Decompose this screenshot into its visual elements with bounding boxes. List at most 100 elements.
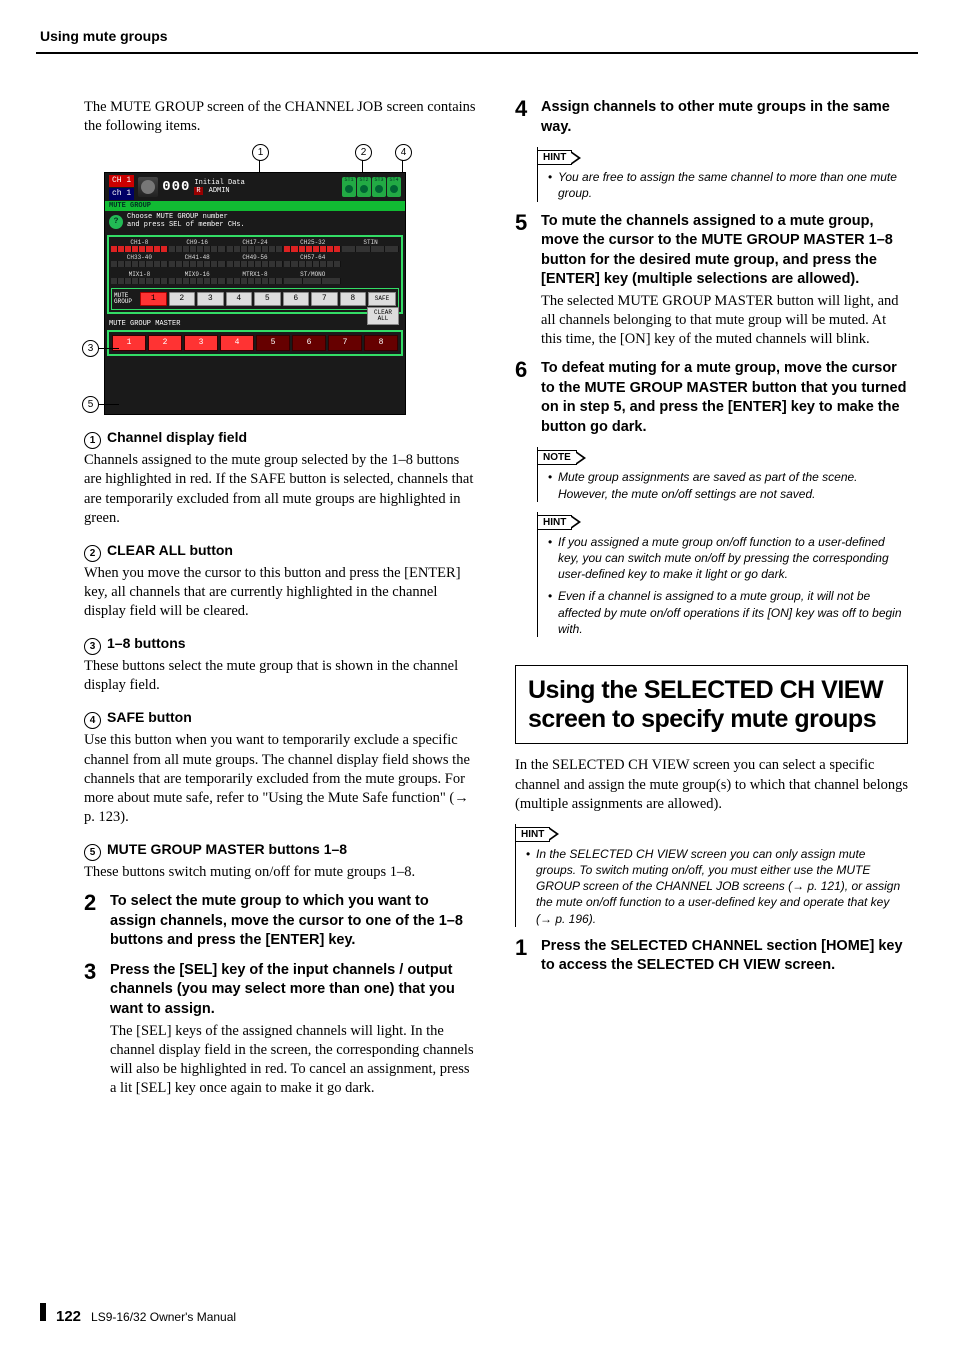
left-column: The MUTE GROUP screen of the CHANNEL JOB… xyxy=(84,98,477,1291)
item-3-body: These buttons select the mute group that… xyxy=(84,657,477,695)
hint-bullet: You are free to assign the same channel … xyxy=(548,169,908,201)
channel-display-panel: CH1-8 CH9-16 CH17-24 CH25-32 STIN CH33-4… xyxy=(107,235,403,314)
mute-group-btn-1[interactable]: 1 xyxy=(140,292,167,306)
mute-group-btn-7[interactable]: 7 xyxy=(311,292,338,306)
note-bullet: Mute group assignments are saved as part… xyxy=(548,469,908,501)
note-tag: NOTE xyxy=(537,450,577,465)
st2-button: ST2 xyxy=(357,177,371,197)
step-bold: To defeat muting for a mute group, move … xyxy=(541,359,908,437)
item-4: 4SAFE button Use this button when you wa… xyxy=(84,709,477,827)
item-2-title: CLEAR ALL button xyxy=(107,542,233,558)
intro-text: The MUTE GROUP screen of the CHANNEL JOB… xyxy=(84,98,477,136)
master-btn-8[interactable]: 8 xyxy=(364,335,398,351)
channel-label-top: CH 1 xyxy=(109,175,134,187)
st1-button: ST1 xyxy=(342,177,356,197)
step-bold: To mute the channels assigned to a mute … xyxy=(541,212,908,290)
clear-all-button[interactable]: CLEAR ALL xyxy=(367,307,399,325)
hint-tag: HINT xyxy=(515,827,550,842)
callout-4: 4 xyxy=(395,144,412,161)
footer: 122 LS9-16/32 Owner's Manual xyxy=(40,1303,236,1325)
callout-3: 3 xyxy=(82,340,99,357)
master-heading: MUTE GROUP MASTER xyxy=(105,320,405,328)
scene-user: ADMIN xyxy=(209,187,230,195)
step-regular: The selected MUTE GROUP MASTER button wi… xyxy=(541,292,908,349)
left-step-2: 2 To select the mute group to which you … xyxy=(84,892,477,951)
step-number: 3 xyxy=(84,961,102,1098)
mute-group-btn-4[interactable]: 4 xyxy=(226,292,253,306)
hint-box-2: HINT If you assigned a mute group on/off… xyxy=(537,512,908,637)
step-bold: Press the [SEL] key of the input channel… xyxy=(110,961,477,1020)
running-header: Using mute groups xyxy=(40,28,168,44)
right-step-5: 5 To mute the channels assigned to a mut… xyxy=(515,212,908,350)
safe-button[interactable]: SAFE xyxy=(368,292,396,306)
callout-2: 2 xyxy=(355,144,372,161)
item-4-body: Use this button when you want to tempora… xyxy=(84,731,477,827)
step-number: 5 xyxy=(515,212,533,350)
item-5-title: MUTE GROUP MASTER buttons 1–8 xyxy=(107,841,347,857)
st3-button: ST3 xyxy=(372,177,386,197)
screen-title-bar: MUTE GROUP xyxy=(105,201,405,211)
item-4-title: SAFE button xyxy=(107,709,192,725)
step-number: 6 xyxy=(515,359,533,437)
right-step-4: 4 Assign channels to other mute groups i… xyxy=(515,98,908,137)
section-intro: In the SELECTED CH VIEW screen you can s… xyxy=(515,756,908,813)
right-step-6: 6 To defeat muting for a mute group, mov… xyxy=(515,359,908,437)
right-step-1: 1 Press the SELECTED CHANNEL section [HO… xyxy=(515,937,908,976)
callout-1: 1 xyxy=(252,144,269,161)
mute-group-btn-3[interactable]: 3 xyxy=(197,292,224,306)
step-number: 1 xyxy=(515,937,533,976)
item-3: 31–8 buttons These buttons select the mu… xyxy=(84,635,477,695)
callout-3-wrapper: 3 xyxy=(82,340,119,357)
step-bold: To select the mute group to which you wa… xyxy=(110,892,477,951)
channel-label-bottom: ch 1 xyxy=(109,188,134,200)
step-bold: Press the SELECTED CHANNEL section [HOME… xyxy=(541,937,908,976)
mute-group-btn-2[interactable]: 2 xyxy=(169,292,196,306)
note-box-1: NOTE Mute group assignments are saved as… xyxy=(537,447,908,501)
item-1: 1Channel display field Channels assigned… xyxy=(84,429,477,528)
step-number: 2 xyxy=(84,892,102,951)
callout-5: 5 xyxy=(82,396,99,413)
hint-bullet: Even if a channel is assigned to a mute … xyxy=(548,588,908,637)
master-btn-6[interactable]: 6 xyxy=(292,335,326,351)
fader-icon xyxy=(138,177,158,197)
manual-title: LS9-16/32 Owner's Manual xyxy=(91,1310,236,1324)
hint-tag: HINT xyxy=(537,150,572,165)
footer-accent xyxy=(40,1303,46,1321)
page-body: The MUTE GROUP screen of the CHANNEL JOB… xyxy=(84,98,908,1291)
master-btn-5[interactable]: 5 xyxy=(256,335,290,351)
section-heading: Using the SELECTED CH VIEW screen to spe… xyxy=(515,665,908,745)
item-1-body: Channels assigned to the mute group sele… xyxy=(84,451,477,528)
hint-box-3: HINT In the SELECTED CH VIEW screen you … xyxy=(515,824,908,927)
hint-bullet: If you assigned a mute group on/off func… xyxy=(548,534,908,583)
mute-group-btn-5[interactable]: 5 xyxy=(254,292,281,306)
mute-group-label: MUTE GROUP xyxy=(114,293,138,305)
master-btn-2[interactable]: 2 xyxy=(148,335,182,351)
screenshot-wrapper: 1 2 4 CH 1 ch 1 000 Initial Data xyxy=(104,144,414,415)
master-btn-3[interactable]: 3 xyxy=(184,335,218,351)
scene-number: 000 xyxy=(162,179,190,195)
callout-5-wrapper: 5 xyxy=(82,396,119,413)
mute-group-btn-8[interactable]: 8 xyxy=(340,292,367,306)
item-5: 5MUTE GROUP MASTER buttons 1–8 These but… xyxy=(84,841,477,882)
header-rule xyxy=(36,52,918,54)
item-1-title: Channel display field xyxy=(107,429,247,445)
scene-name: Initial Data xyxy=(194,179,244,187)
mute-group-btn-6[interactable]: 6 xyxy=(283,292,310,306)
help-text: Choose MUTE GROUP number and press SEL o… xyxy=(127,214,245,229)
hint-box-1: HINT You are free to assign the same cha… xyxy=(537,147,908,201)
right-column: 4 Assign channels to other mute groups i… xyxy=(515,98,908,1291)
step-bold: Assign channels to other mute groups in … xyxy=(541,98,908,137)
mute-group-screenshot: CH 1 ch 1 000 Initial Data R ADMIN ST1 xyxy=(104,172,406,415)
st4-button: ST4 xyxy=(387,177,401,197)
hint-bullet: In the SELECTED CH VIEW screen you can o… xyxy=(526,846,908,927)
master-btn-7[interactable]: 7 xyxy=(328,335,362,351)
page-number: 122 xyxy=(56,1308,81,1325)
item-3-title: 1–8 buttons xyxy=(107,635,186,651)
help-icon: ? xyxy=(109,215,123,229)
hint-tag: HINT xyxy=(537,515,572,530)
item-2-body: When you move the cursor to this button … xyxy=(84,564,477,621)
item-2: 2CLEAR ALL button When you move the curs… xyxy=(84,542,477,621)
screenshot-top-callouts: 1 2 4 xyxy=(104,144,414,172)
master-btn-4[interactable]: 4 xyxy=(220,335,254,351)
step-number: 4 xyxy=(515,98,533,137)
